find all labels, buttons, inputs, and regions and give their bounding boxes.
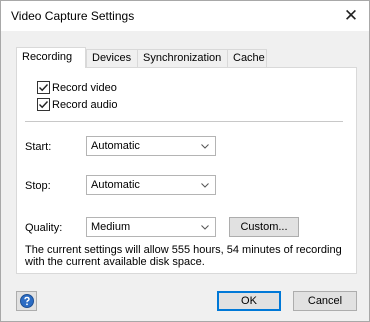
stop-label: Stop: [25, 180, 51, 192]
cancel-button[interactable]: Cancel [293, 291, 357, 311]
checkmark-icon [39, 84, 49, 92]
quality-label: Quality: [25, 222, 63, 234]
disk-space-info: The current settings will allow 555 hour… [25, 244, 342, 268]
tab-devices[interactable]: Devices [86, 49, 138, 67]
quality-select[interactable]: Medium [86, 217, 216, 237]
stop-select-value: Automatic [91, 179, 140, 191]
help-question-icon [19, 294, 34, 308]
checkbox-box [37, 81, 50, 94]
ok-button[interactable]: OK [217, 291, 281, 311]
start-select[interactable]: Automatic [86, 136, 216, 156]
record-video-label: Record video [52, 81, 117, 94]
start-label: Start: [25, 141, 52, 153]
tab-cache[interactable]: Cache [227, 49, 267, 67]
stop-select[interactable]: Automatic [86, 175, 216, 195]
section-divider [25, 121, 343, 122]
help-button[interactable] [16, 291, 37, 311]
chevron-down-icon [201, 144, 209, 149]
checkbox-box [37, 98, 50, 111]
window-title: Video Capture Settings [11, 9, 135, 23]
start-select-value: Automatic [91, 140, 140, 152]
recording-panel: Record video Record audio Start: Automat… [16, 67, 357, 274]
tab-recording[interactable]: Recording [16, 47, 86, 68]
checkmark-icon [39, 101, 49, 109]
video-capture-settings-dialog: Video Capture Settings ✕ Recording Devic… [0, 0, 370, 322]
title-bar: Video Capture Settings ✕ [1, 1, 369, 31]
tab-synchronization[interactable]: Synchronization [137, 49, 228, 67]
quality-select-value: Medium [91, 221, 131, 233]
close-icon: ✕ [343, 6, 359, 25]
custom-quality-button[interactable]: Custom... [229, 217, 299, 237]
chevron-down-icon [201, 225, 209, 230]
close-button[interactable]: ✕ [333, 1, 369, 31]
record-video-checkbox[interactable]: Record video [37, 80, 117, 95]
record-audio-checkbox[interactable]: Record audio [37, 97, 117, 112]
record-audio-label: Record audio [52, 98, 118, 111]
chevron-down-icon [201, 183, 209, 188]
